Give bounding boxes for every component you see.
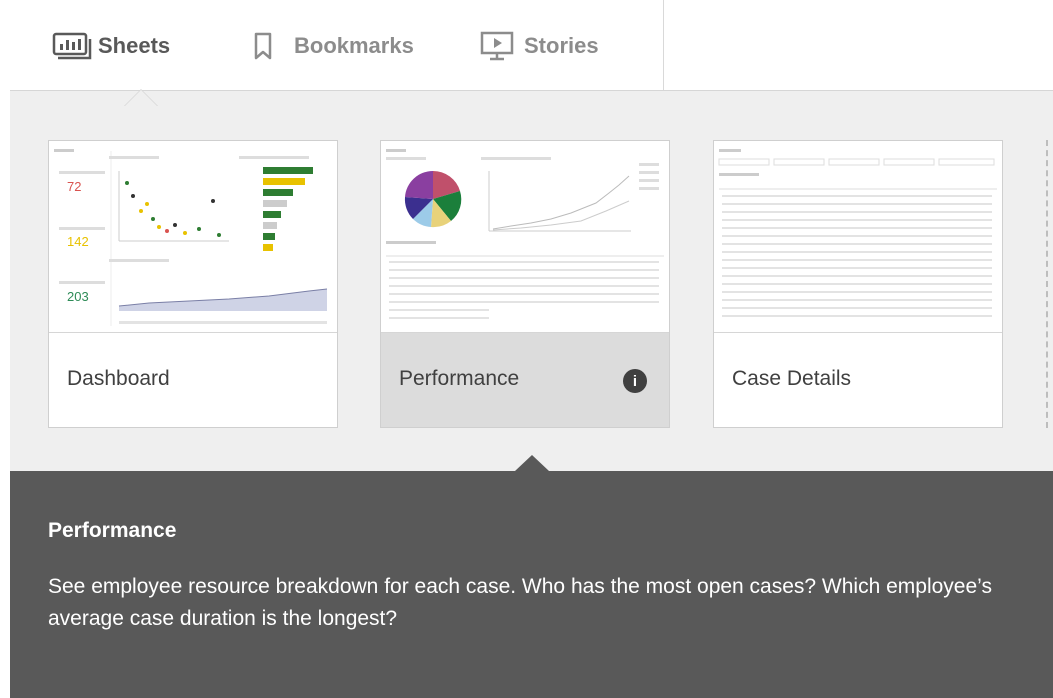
sheet-card-case-details[interactable]: Case Details [713, 140, 1003, 428]
sheet-card-dashboard[interactable]: 72 142 203 Dashboard [48, 140, 338, 428]
sheet-title: Dashboard [67, 367, 170, 390]
tab-bookmarks-label: Bookmarks [294, 33, 414, 58]
active-tab-caret-fill [125, 90, 157, 106]
tab-stories[interactable]: Stories [478, 28, 599, 64]
panel-title: Performance [48, 519, 177, 542]
kpi-value: 72 [67, 179, 81, 194]
top-bar: Sheets Bookmarks Stories [0, 0, 1053, 90]
kpi-value: 142 [67, 234, 89, 249]
sheet-title: Case Details [732, 367, 852, 390]
tab-bar: Sheets Bookmarks Stories [10, 0, 664, 90]
sheets-icon [52, 28, 98, 64]
sheets-grid: 72 142 203 Dashboard Performance i Case … [10, 91, 1053, 471]
tab-bookmarks[interactable]: Bookmarks [248, 28, 414, 64]
bookmark-icon [248, 28, 294, 64]
sheet-title: Performance [399, 367, 520, 390]
panel-description: See employee resource breakdown for each… [48, 575, 992, 630]
tab-stories-label: Stories [524, 33, 599, 58]
sheet-card-performance[interactable]: Performance i [380, 140, 670, 428]
sheet-description-panel: Performance See employee resource breakd… [10, 455, 1053, 698]
info-icon[interactable]: i [623, 369, 647, 393]
create-new-sheet-placeholder[interactable] [1046, 140, 1053, 428]
tab-sheets-label: Sheets [98, 33, 171, 58]
sheet-thumbnail: 72 142 203 [49, 141, 337, 333]
stories-icon [478, 28, 524, 64]
kpi-value: 203 [67, 289, 89, 304]
sheet-thumbnail [381, 141, 669, 333]
panel-caret [515, 455, 549, 471]
sheet-thumbnail [714, 141, 1002, 333]
tab-sheets[interactable]: Sheets [52, 28, 170, 64]
divider [10, 90, 1053, 91]
